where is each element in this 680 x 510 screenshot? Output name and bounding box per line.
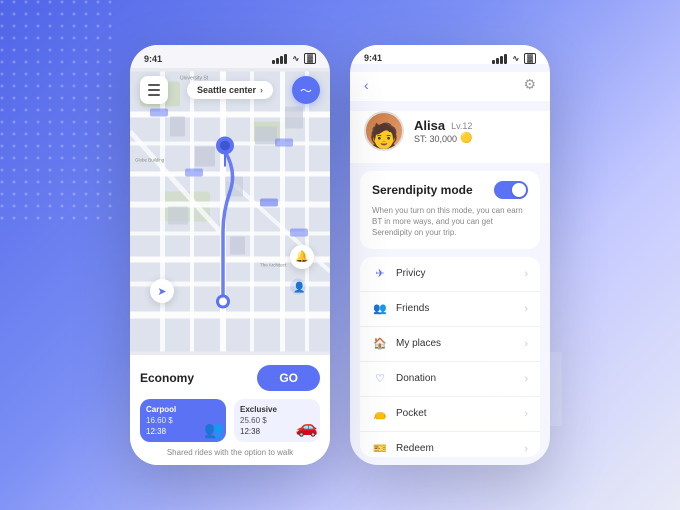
my-places-icon: 🏠 bbox=[372, 336, 388, 352]
battery-icon-2: ▓ bbox=[524, 53, 536, 64]
privacy-arrow: › bbox=[524, 268, 528, 280]
ride-cards: Carpool 16.60 $ 12:38 👥 Exclusive 25.60 … bbox=[140, 399, 320, 442]
profile-st: ST: 30,000 🟡 bbox=[414, 133, 472, 144]
map-area: University St Globe Building The Archite… bbox=[130, 68, 330, 355]
profile-row: 🧑 Alisa Lv.12 ST: 30,000 🟡 bbox=[350, 111, 550, 163]
profile-level: Lv.12 bbox=[451, 121, 472, 131]
status-icons-1: ∿ ▓ bbox=[272, 53, 316, 64]
serendipity-toggle[interactable] bbox=[494, 181, 528, 199]
map-background: University St Globe Building The Archite… bbox=[130, 68, 330, 355]
avatar-figure: 🧑 bbox=[369, 125, 399, 149]
menu-button[interactable] bbox=[140, 76, 168, 104]
bg-decoration bbox=[0, 0, 120, 220]
friends-icon: 👥 bbox=[372, 301, 388, 317]
arrow-icon: ➤ bbox=[157, 285, 166, 298]
exclusive-card[interactable]: Exclusive 25.60 $ 12:38 🚗 bbox=[234, 399, 320, 442]
signal-icon-2 bbox=[492, 54, 507, 64]
time-2: 9:41 bbox=[364, 53, 382, 64]
redeem-icon: 🎫 bbox=[372, 441, 388, 457]
phone-map: 9:41 ∿ ▓ bbox=[130, 45, 330, 465]
wifi-icon-2: ∿ bbox=[512, 54, 519, 63]
wifi-icon: ∿ bbox=[292, 54, 299, 63]
location-pill[interactable]: Seattle center bbox=[187, 81, 273, 99]
status-bar-1: 9:41 ∿ ▓ bbox=[130, 45, 330, 68]
wave-icon: 〜 bbox=[300, 82, 312, 99]
notification-button[interactable]: 🔔 bbox=[290, 245, 314, 269]
profile-info: Alisa Lv.12 ST: 30,000 🟡 bbox=[414, 118, 472, 144]
time-1: 9:41 bbox=[144, 54, 162, 64]
phone2-nav: ‹ ⚙ bbox=[350, 72, 550, 101]
wave-button[interactable]: 〜 bbox=[292, 76, 320, 104]
status-bar-2: 9:41 ∿ ▓ bbox=[350, 45, 550, 64]
economy-label: Economy bbox=[140, 371, 194, 385]
donation-icon: ♡ bbox=[372, 371, 388, 387]
pocket-icon: 👝 bbox=[372, 406, 388, 422]
map-bottom-panel: Economy GO Carpool 16.60 $ 12:38 👥 Exclu… bbox=[130, 355, 330, 465]
serendipity-row: Serendipity mode bbox=[372, 181, 528, 199]
go-button[interactable]: GO bbox=[257, 365, 320, 391]
signal-icon bbox=[272, 54, 287, 64]
battery-icon: ▓ bbox=[304, 53, 316, 64]
privacy-label: Privicy bbox=[396, 268, 516, 279]
svg-text:The Architect: The Architect bbox=[260, 263, 287, 268]
exclusive-car-icon: 🚗 bbox=[296, 417, 318, 438]
shared-label: Shared rides with the option to walk bbox=[140, 448, 320, 457]
ride-options-header: Economy GO bbox=[140, 365, 320, 391]
exclusive-title: Exclusive bbox=[240, 405, 314, 414]
map-header: Seattle center 〜 bbox=[130, 76, 330, 104]
carpool-card[interactable]: Carpool 16.60 $ 12:38 👥 bbox=[140, 399, 226, 442]
svg-text:Globe Building: Globe Building bbox=[135, 158, 165, 163]
svg-text:👤: 👤 bbox=[293, 281, 305, 294]
coin-icon: 🟡 bbox=[460, 133, 472, 144]
location-label: Seattle center bbox=[197, 85, 256, 95]
carpool-car-icon: 👥 bbox=[204, 420, 224, 440]
back-button[interactable]: ‹ bbox=[364, 77, 369, 93]
bg-map-watermark: M bbox=[470, 300, 650, 480]
serendipity-section: Serendipity mode When you turn on this m… bbox=[360, 171, 540, 249]
avatar: 🧑 bbox=[364, 111, 404, 151]
profile-name-row: Alisa Lv.12 bbox=[414, 118, 472, 133]
serendipity-description: When you turn on this mode, you can earn… bbox=[372, 205, 528, 239]
bell-icon: 🔔 bbox=[295, 250, 309, 263]
serendipity-title: Serendipity mode bbox=[372, 183, 473, 197]
settings-gear-icon[interactable]: ⚙ bbox=[523, 76, 536, 93]
status-icons-2: ∿ ▓ bbox=[492, 53, 536, 64]
carpool-title: Carpool bbox=[146, 405, 220, 414]
privacy-icon: ✈ bbox=[372, 266, 388, 282]
profile-name: Alisa bbox=[414, 118, 445, 133]
svg-text:M: M bbox=[479, 328, 569, 449]
st-label: ST: 30,000 bbox=[414, 134, 457, 144]
menu-item-privacy[interactable]: ✈ Privicy › bbox=[360, 257, 540, 292]
